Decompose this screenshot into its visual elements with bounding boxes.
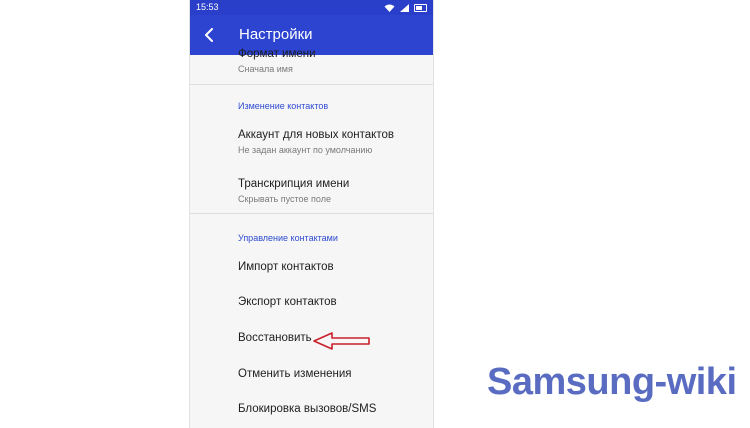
- annotation-arrow-icon: [312, 331, 372, 356]
- item-title: Транскрипция имени: [238, 178, 350, 190]
- item-subtitle: Скрывать пустое поле: [238, 194, 331, 204]
- back-button[interactable]: [198, 24, 220, 46]
- back-arrow-icon: [205, 28, 213, 42]
- watermark-text: Samsung-wiki: [487, 361, 737, 403]
- section-header-edit: Изменение контактов: [238, 101, 329, 111]
- item-title: Экспорт контактов: [238, 296, 337, 308]
- status-time: 15:53: [196, 2, 219, 12]
- status-bar: 15:53: [190, 0, 433, 15]
- item-subtitle: Сначала имя: [238, 64, 293, 74]
- settings-list: Формат имени Сначала имя Изменение конта…: [190, 48, 433, 428]
- settings-item-default-account[interactable]: Аккаунт для новых контактов Не задан акк…: [238, 129, 427, 155]
- item-title: Блокировка вызовов/SMS: [238, 403, 377, 415]
- item-title: Отменить изменения: [238, 368, 352, 380]
- divider: [190, 84, 433, 85]
- page-title: Настройки: [239, 26, 313, 43]
- settings-item-name-format[interactable]: Формат имени Сначала имя: [238, 48, 427, 74]
- settings-item-export[interactable]: Экспорт контактов: [238, 296, 427, 308]
- divider: [190, 213, 433, 214]
- settings-item-block-calls[interactable]: Блокировка вызовов/SMS: [238, 403, 427, 415]
- signal-icon: [400, 3, 409, 12]
- item-title: Формат имени: [238, 48, 316, 60]
- settings-item-name-transcription[interactable]: Транскрипция имени Скрывать пустое поле: [238, 178, 427, 204]
- item-title: Аккаунт для новых контактов: [238, 129, 394, 141]
- phone-screen: 15:53 Настройки Формат имени Сначала имя…: [189, 0, 434, 428]
- settings-item-import[interactable]: Импорт контактов: [238, 261, 427, 273]
- status-icons: [384, 1, 427, 14]
- item-subtitle: Не задан аккаунт по умолчанию: [238, 145, 373, 155]
- battery-icon: [414, 3, 427, 12]
- section-header-manage: Управление контактами: [238, 233, 338, 243]
- item-title: Импорт контактов: [238, 261, 334, 273]
- settings-item-undo-changes[interactable]: Отменить изменения: [238, 368, 427, 380]
- wifi-icon: [384, 4, 395, 12]
